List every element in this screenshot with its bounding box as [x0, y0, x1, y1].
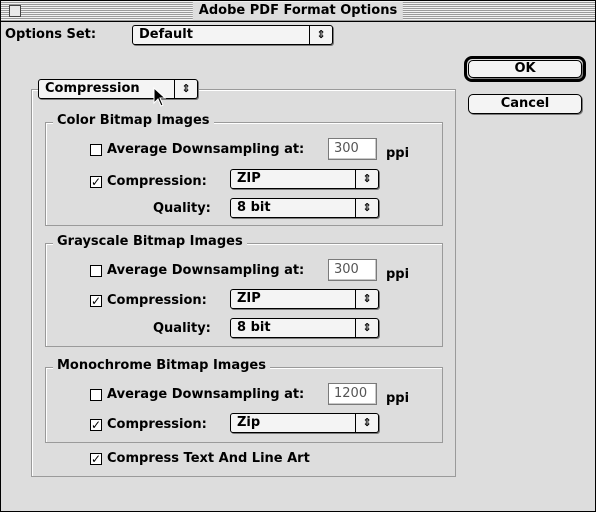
grayscale-quality-popup[interactable]: 8 bit ⇕ [230, 318, 379, 338]
options-set-popup[interactable]: Default ⇕ [132, 25, 333, 45]
grayscale-compression-checkbox[interactable]: ✓ [90, 295, 102, 307]
color-quality-value: 8 bit [237, 200, 271, 215]
title-bar[interactable]: Adobe PDF Format Options [1, 1, 595, 22]
grayscale-quality-label: Quality: [153, 321, 211, 336]
window-title: Adobe PDF Format Options [192, 2, 404, 20]
mouse-pointer-icon [153, 87, 167, 107]
options-set-label: Options Set: [5, 27, 97, 42]
popup-arrows-icon: ⇕ [174, 80, 197, 98]
checkmark-icon: ✓ [91, 452, 102, 466]
color-ppi-unit: ppi [386, 146, 410, 161]
color-group-title: Color Bitmap Images [53, 113, 214, 129]
compress-text-checkbox[interactable]: ✓ [90, 453, 102, 465]
color-quality-label: Quality: [153, 201, 211, 216]
monochrome-downsample-field[interactable]: 1200 [328, 383, 377, 405]
popup-arrows-icon: ⇕ [355, 290, 378, 308]
section-popup-value: Compression [45, 81, 140, 96]
monochrome-ppi-unit: ppi [386, 391, 410, 406]
color-downsample-label: Average Downsampling at: [107, 142, 305, 157]
popup-arrows-icon: ⇕ [309, 26, 332, 44]
color-downsample-field[interactable]: 300 [328, 138, 377, 160]
monochrome-compression-popup[interactable]: Zip ⇕ [230, 413, 379, 433]
options-set-value: Default [139, 27, 193, 42]
checkmark-icon: ✓ [91, 418, 102, 432]
popup-arrows-icon: ⇕ [355, 414, 378, 432]
ok-button[interactable]: OK [468, 60, 582, 78]
section-popup[interactable]: Compression ⇕ [38, 79, 198, 99]
popup-arrows-icon: ⇕ [355, 199, 378, 217]
grayscale-downsample-checkbox[interactable] [90, 265, 102, 277]
dialog-window: Adobe PDF Format Options Options Set: De… [0, 0, 596, 512]
color-compression-value: ZIP [237, 171, 261, 186]
monochrome-compression-label: Compression: [107, 417, 207, 432]
grayscale-downsample-field[interactable]: 300 [328, 259, 377, 281]
color-compression-checkbox[interactable]: ✓ [90, 176, 102, 188]
color-compression-label: Compression: [107, 174, 207, 189]
grayscale-quality-value: 8 bit [237, 320, 271, 335]
checkmark-icon: ✓ [91, 175, 102, 189]
grayscale-group-title: Grayscale Bitmap Images [53, 234, 247, 250]
compress-text-label: Compress Text And Line Art [107, 451, 310, 466]
monochrome-downsample-label: Average Downsampling at: [107, 387, 305, 402]
grayscale-ppi-unit: ppi [386, 267, 410, 282]
monochrome-downsample-checkbox[interactable] [90, 389, 102, 401]
popup-arrows-icon: ⇕ [355, 170, 378, 188]
grayscale-compression-label: Compression: [107, 293, 207, 308]
monochrome-compression-value: Zip [237, 415, 261, 430]
monochrome-group-title: Monochrome Bitmap Images [53, 358, 270, 374]
grayscale-compression-value: ZIP [237, 291, 261, 306]
cancel-button[interactable]: Cancel [468, 94, 582, 114]
grayscale-compression-popup[interactable]: ZIP ⇕ [230, 289, 379, 309]
monochrome-compression-checkbox[interactable]: ✓ [90, 419, 102, 431]
color-compression-popup[interactable]: ZIP ⇕ [230, 169, 379, 189]
grayscale-downsample-label: Average Downsampling at: [107, 263, 305, 278]
checkmark-icon: ✓ [91, 294, 102, 308]
close-box-icon[interactable] [9, 5, 21, 17]
color-downsample-checkbox[interactable] [90, 144, 102, 156]
popup-arrows-icon: ⇕ [355, 319, 378, 337]
color-quality-popup[interactable]: 8 bit ⇕ [230, 198, 379, 218]
